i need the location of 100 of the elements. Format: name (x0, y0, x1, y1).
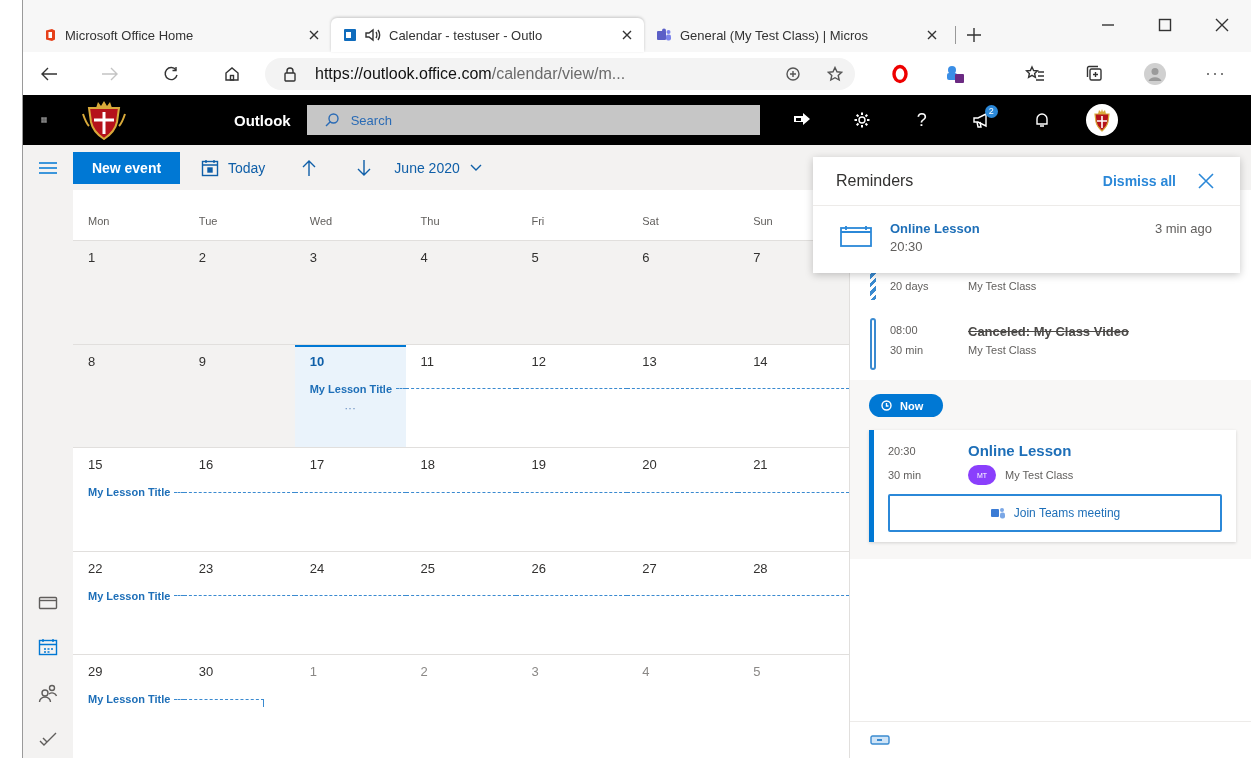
weekday-label: Fri (530, 214, 546, 229)
settings-icon[interactable] (852, 111, 871, 129)
now-pill: Now (869, 394, 944, 417)
today-button[interactable]: Today (195, 151, 272, 184)
calendar-icon[interactable] (38, 638, 58, 656)
extension-badge-icon[interactable] (944, 63, 966, 84)
day-cell[interactable]: 6 (627, 241, 739, 344)
agenda-item[interactable]: 08:00 Canceled: My Class Video 30 min My Test Class (870, 318, 1251, 370)
down-arrow-icon[interactable] (356, 158, 373, 177)
more-options-icon[interactable] (1206, 71, 1224, 76)
day-number: 7 (752, 249, 761, 265)
event-calendar-name: My Test Class (1005, 469, 1074, 481)
day-cell[interactable]: 5 (516, 241, 628, 344)
notification-badge: 2 (984, 105, 998, 118)
back-icon[interactable] (40, 65, 58, 82)
mail-icon[interactable] (38, 595, 58, 611)
day-number: 16 (197, 456, 214, 473)
event-title: Canceled: My Class Video (968, 324, 1129, 339)
address-bar[interactable]: https://outlook.office.com/calendar/view/m... (265, 57, 855, 90)
day-number: 19 (530, 456, 546, 473)
favorites-icon[interactable] (1025, 64, 1045, 83)
day-number: 14 (752, 352, 768, 369)
close-icon[interactable] (927, 30, 937, 40)
day-cell[interactable]: 10 My Lesson Title ··· (294, 344, 406, 448)
profile-avatar[interactable] (1144, 62, 1166, 85)
home-icon[interactable] (224, 65, 240, 82)
search-field[interactable]: Search (306, 105, 760, 135)
account-avatar[interactable] (1085, 104, 1118, 136)
day-cell[interactable]: 1 (73, 241, 184, 344)
day-number: 11 (419, 352, 435, 369)
maximize-icon[interactable] (1158, 18, 1172, 32)
browser-extension-icon[interactable] (890, 63, 910, 84)
day-number: 25 (419, 559, 436, 576)
reminders-title: Reminders (836, 172, 915, 190)
join-meeting-button[interactable]: Join Teams meeting (888, 494, 1222, 532)
day-number: 12 (530, 352, 546, 369)
day-number: 23 (197, 559, 214, 576)
close-icon[interactable] (309, 30, 319, 40)
new-event-button[interactable]: New event (73, 151, 180, 184)
clock-icon (881, 400, 892, 411)
day-cell[interactable]: 4 (405, 241, 517, 344)
event-time: 20:30 (888, 444, 917, 457)
close-icon[interactable] (622, 30, 632, 40)
chevron-down-icon (469, 163, 482, 172)
site-icon (343, 28, 357, 42)
event-title[interactable]: My Lesson Title (73, 486, 171, 499)
day-number: 1 (308, 663, 317, 680)
browser-tab[interactable]: Calendar - testuser - Outlo (331, 18, 644, 52)
event-duration: 30 min (888, 469, 923, 481)
day-number: 28 (752, 559, 768, 576)
reminder-age: 3 min ago (1154, 221, 1212, 236)
event-title: Online Lesson (968, 442, 1072, 459)
collections-icon[interactable] (1086, 64, 1104, 83)
reminder-title[interactable]: Online Lesson (890, 221, 1155, 236)
event-duration: 30 min (890, 344, 925, 356)
day-number: 4 (419, 249, 428, 265)
people-icon[interactable] (38, 683, 58, 703)
day-cell[interactable]: 7 (738, 241, 849, 344)
event-title[interactable]: My Lesson Title (73, 693, 171, 706)
todo-check-icon[interactable] (38, 730, 58, 748)
lock-icon (283, 65, 297, 82)
close-icon[interactable] (1215, 18, 1229, 32)
new-tab-icon[interactable] (966, 27, 982, 43)
app-name: Outlook (234, 111, 291, 129)
weekday-label: Thu (419, 214, 441, 229)
event-title[interactable]: My Lesson Title (73, 589, 171, 602)
up-arrow-icon[interactable] (301, 158, 318, 177)
weekday-label: Tue (197, 214, 219, 229)
day-number: 8 (87, 352, 96, 369)
day-number: 3 (530, 663, 539, 680)
day-number: 5 (752, 663, 761, 680)
day-number: 1 (87, 249, 96, 265)
day-number: 26 (530, 559, 546, 576)
meeting-icon (989, 506, 1006, 520)
day-number: 9 (197, 352, 207, 369)
refresh-icon[interactable] (163, 65, 179, 82)
help-icon[interactable]: ? (916, 109, 927, 131)
day-cell[interactable]: 3 (294, 241, 406, 344)
menu-icon[interactable] (39, 161, 57, 174)
weekday-label: Wed (308, 214, 334, 229)
weekday-label: Sat (641, 214, 660, 229)
day-number: 30 (197, 663, 214, 680)
crest-logo[interactable] (79, 100, 129, 140)
browser-tab[interactable]: Microsoft Office Home (31, 18, 331, 52)
browser-tab[interactable]: General (My Test Class) | Micros (644, 18, 949, 52)
day-number: 17 (308, 456, 325, 473)
dismiss-all-link[interactable]: Dismiss all (1102, 173, 1176, 189)
month-picker[interactable]: June 2020 (388, 151, 488, 184)
reading-view-icon[interactable] (785, 65, 801, 82)
day-cell[interactable]: 8 (73, 344, 184, 448)
day-number: 3 (308, 249, 317, 265)
day-cell[interactable]: 2 (183, 241, 295, 344)
day-cell[interactable]: 9 (183, 344, 295, 448)
favorite-star-icon[interactable] (827, 65, 843, 82)
speaker-icon[interactable] (365, 28, 381, 42)
day-number: 15 (87, 456, 103, 473)
day-number: 27 (641, 559, 657, 576)
notifications-icon[interactable] (1033, 112, 1050, 128)
keyboard-icon[interactable] (870, 735, 890, 745)
event-title[interactable]: My Lesson Title (294, 382, 393, 395)
